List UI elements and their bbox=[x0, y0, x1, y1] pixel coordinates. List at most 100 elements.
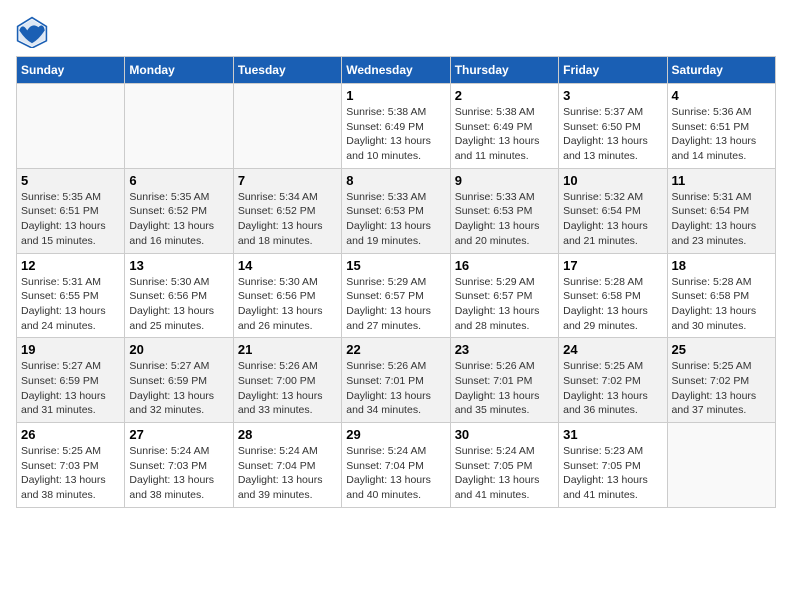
page-header bbox=[16, 16, 776, 48]
day-number: 10 bbox=[563, 173, 662, 188]
day-number: 6 bbox=[129, 173, 228, 188]
day-info: Sunrise: 5:34 AMSunset: 6:52 PMDaylight:… bbox=[238, 190, 337, 249]
day-number: 1 bbox=[346, 88, 445, 103]
weekday-header-friday: Friday bbox=[559, 57, 667, 84]
day-info: Sunrise: 5:30 AMSunset: 6:56 PMDaylight:… bbox=[129, 275, 228, 334]
calendar-cell: 12 Sunrise: 5:31 AMSunset: 6:55 PMDayligh… bbox=[17, 253, 125, 338]
day-number: 3 bbox=[563, 88, 662, 103]
day-number: 12 bbox=[21, 258, 120, 273]
day-info: Sunrise: 5:25 AMSunset: 7:03 PMDaylight:… bbox=[21, 444, 120, 503]
day-info: Sunrise: 5:24 AMSunset: 7:04 PMDaylight:… bbox=[346, 444, 445, 503]
day-info: Sunrise: 5:26 AMSunset: 7:01 PMDaylight:… bbox=[455, 359, 554, 418]
day-info: Sunrise: 5:36 AMSunset: 6:51 PMDaylight:… bbox=[672, 105, 771, 164]
day-number: 19 bbox=[21, 342, 120, 357]
calendar-table: SundayMondayTuesdayWednesdayThursdayFrid… bbox=[16, 56, 776, 508]
day-info: Sunrise: 5:35 AMSunset: 6:51 PMDaylight:… bbox=[21, 190, 120, 249]
calendar-cell: 15 Sunrise: 5:29 AMSunset: 6:57 PMDayligh… bbox=[342, 253, 450, 338]
week-row-5: 26 Sunrise: 5:25 AMSunset: 7:03 PMDayligh… bbox=[17, 423, 776, 508]
day-number: 9 bbox=[455, 173, 554, 188]
day-number: 31 bbox=[563, 427, 662, 442]
day-number: 5 bbox=[21, 173, 120, 188]
day-number: 22 bbox=[346, 342, 445, 357]
weekday-header-row: SundayMondayTuesdayWednesdayThursdayFrid… bbox=[17, 57, 776, 84]
day-number: 20 bbox=[129, 342, 228, 357]
calendar-cell: 5 Sunrise: 5:35 AMSunset: 6:51 PMDaylight… bbox=[17, 168, 125, 253]
day-info: Sunrise: 5:25 AMSunset: 7:02 PMDaylight:… bbox=[563, 359, 662, 418]
day-info: Sunrise: 5:30 AMSunset: 6:56 PMDaylight:… bbox=[238, 275, 337, 334]
day-info: Sunrise: 5:27 AMSunset: 6:59 PMDaylight:… bbox=[129, 359, 228, 418]
day-info: Sunrise: 5:29 AMSunset: 6:57 PMDaylight:… bbox=[346, 275, 445, 334]
day-info: Sunrise: 5:29 AMSunset: 6:57 PMDaylight:… bbox=[455, 275, 554, 334]
day-info: Sunrise: 5:31 AMSunset: 6:55 PMDaylight:… bbox=[21, 275, 120, 334]
day-info: Sunrise: 5:38 AMSunset: 6:49 PMDaylight:… bbox=[346, 105, 445, 164]
day-number: 17 bbox=[563, 258, 662, 273]
calendar-cell: 21Sunrise: 5:26 AMSunset: 7:00 PMDayligh… bbox=[233, 338, 341, 423]
calendar-cell: 2 Sunrise: 5:38 AMSunset: 6:49 PMDaylight… bbox=[450, 84, 558, 169]
calendar-cell: 27Sunrise: 5:24 AMSunset: 7:03 PMDayligh… bbox=[125, 423, 233, 508]
weekday-header-tuesday: Tuesday bbox=[233, 57, 341, 84]
week-row-1: 1 Sunrise: 5:38 AMSunset: 6:49 PMDaylight… bbox=[17, 84, 776, 169]
day-info: Sunrise: 5:35 AMSunset: 6:52 PMDaylight:… bbox=[129, 190, 228, 249]
calendar-cell: 26 Sunrise: 5:25 AMSunset: 7:03 PMDayligh… bbox=[17, 423, 125, 508]
calendar-cell: 25Sunrise: 5:25 AMSunset: 7:02 PMDayligh… bbox=[667, 338, 775, 423]
logo bbox=[16, 16, 52, 48]
day-info: Sunrise: 5:26 AMSunset: 7:00 PMDaylight:… bbox=[238, 359, 337, 418]
calendar-cell bbox=[667, 423, 775, 508]
day-info: Sunrise: 5:23 AMSunset: 7:05 PMDaylight:… bbox=[563, 444, 662, 503]
calendar-cell: 11Sunrise: 5:31 AMSunset: 6:54 PMDayligh… bbox=[667, 168, 775, 253]
day-info: Sunrise: 5:28 AMSunset: 6:58 PMDaylight:… bbox=[672, 275, 771, 334]
day-number: 7 bbox=[238, 173, 337, 188]
day-info: Sunrise: 5:37 AMSunset: 6:50 PMDaylight:… bbox=[563, 105, 662, 164]
calendar-cell: 7 Sunrise: 5:34 AMSunset: 6:52 PMDaylight… bbox=[233, 168, 341, 253]
day-number: 29 bbox=[346, 427, 445, 442]
calendar-cell: 3 Sunrise: 5:37 AMSunset: 6:50 PMDaylight… bbox=[559, 84, 667, 169]
calendar-cell: 16 Sunrise: 5:29 AMSunset: 6:57 PMDayligh… bbox=[450, 253, 558, 338]
day-number: 26 bbox=[21, 427, 120, 442]
calendar-cell bbox=[17, 84, 125, 169]
day-info: Sunrise: 5:33 AMSunset: 6:53 PMDaylight:… bbox=[346, 190, 445, 249]
day-number: 16 bbox=[455, 258, 554, 273]
calendar-cell: 31 Sunrise: 5:23 AMSunset: 7:05 PMDayligh… bbox=[559, 423, 667, 508]
week-row-2: 5 Sunrise: 5:35 AMSunset: 6:51 PMDaylight… bbox=[17, 168, 776, 253]
calendar-cell: 20 Sunrise: 5:27 AMSunset: 6:59 PMDayligh… bbox=[125, 338, 233, 423]
calendar-cell bbox=[233, 84, 341, 169]
day-info: Sunrise: 5:28 AMSunset: 6:58 PMDaylight:… bbox=[563, 275, 662, 334]
day-number: 14 bbox=[238, 258, 337, 273]
weekday-header-monday: Monday bbox=[125, 57, 233, 84]
day-number: 11 bbox=[672, 173, 771, 188]
calendar-cell: 30Sunrise: 5:24 AMSunset: 7:05 PMDayligh… bbox=[450, 423, 558, 508]
calendar-cell: 22Sunrise: 5:26 AMSunset: 7:01 PMDayligh… bbox=[342, 338, 450, 423]
day-number: 15 bbox=[346, 258, 445, 273]
calendar-cell: 8 Sunrise: 5:33 AMSunset: 6:53 PMDaylight… bbox=[342, 168, 450, 253]
calendar-cell: 4 Sunrise: 5:36 AMSunset: 6:51 PMDaylight… bbox=[667, 84, 775, 169]
weekday-header-sunday: Sunday bbox=[17, 57, 125, 84]
day-info: Sunrise: 5:24 AMSunset: 7:05 PMDaylight:… bbox=[455, 444, 554, 503]
day-info: Sunrise: 5:25 AMSunset: 7:02 PMDaylight:… bbox=[672, 359, 771, 418]
weekday-header-thursday: Thursday bbox=[450, 57, 558, 84]
day-number: 18 bbox=[672, 258, 771, 273]
day-number: 23 bbox=[455, 342, 554, 357]
week-row-4: 19 Sunrise: 5:27 AMSunset: 6:59 PMDayligh… bbox=[17, 338, 776, 423]
day-number: 2 bbox=[455, 88, 554, 103]
calendar-cell: 6 Sunrise: 5:35 AMSunset: 6:52 PMDaylight… bbox=[125, 168, 233, 253]
calendar-cell: 13 Sunrise: 5:30 AMSunset: 6:56 PMDayligh… bbox=[125, 253, 233, 338]
day-info: Sunrise: 5:32 AMSunset: 6:54 PMDaylight:… bbox=[563, 190, 662, 249]
calendar-cell: 28Sunrise: 5:24 AMSunset: 7:04 PMDayligh… bbox=[233, 423, 341, 508]
day-info: Sunrise: 5:33 AMSunset: 6:53 PMDaylight:… bbox=[455, 190, 554, 249]
day-info: Sunrise: 5:38 AMSunset: 6:49 PMDaylight:… bbox=[455, 105, 554, 164]
day-number: 24 bbox=[563, 342, 662, 357]
day-info: Sunrise: 5:27 AMSunset: 6:59 PMDaylight:… bbox=[21, 359, 120, 418]
day-number: 4 bbox=[672, 88, 771, 103]
calendar-cell: 24 Sunrise: 5:25 AMSunset: 7:02 PMDayligh… bbox=[559, 338, 667, 423]
day-number: 8 bbox=[346, 173, 445, 188]
calendar-cell: 18 Sunrise: 5:28 AMSunset: 6:58 PMDayligh… bbox=[667, 253, 775, 338]
calendar-cell: 9 Sunrise: 5:33 AMSunset: 6:53 PMDaylight… bbox=[450, 168, 558, 253]
calendar-cell bbox=[125, 84, 233, 169]
day-number: 13 bbox=[129, 258, 228, 273]
week-row-3: 12 Sunrise: 5:31 AMSunset: 6:55 PMDayligh… bbox=[17, 253, 776, 338]
calendar-cell: 14 Sunrise: 5:30 AMSunset: 6:56 PMDayligh… bbox=[233, 253, 341, 338]
day-number: 28 bbox=[238, 427, 337, 442]
day-info: Sunrise: 5:24 AMSunset: 7:03 PMDaylight:… bbox=[129, 444, 228, 503]
calendar-cell: 29 Sunrise: 5:24 AMSunset: 7:04 PMDayligh… bbox=[342, 423, 450, 508]
calendar-cell: 1 Sunrise: 5:38 AMSunset: 6:49 PMDaylight… bbox=[342, 84, 450, 169]
